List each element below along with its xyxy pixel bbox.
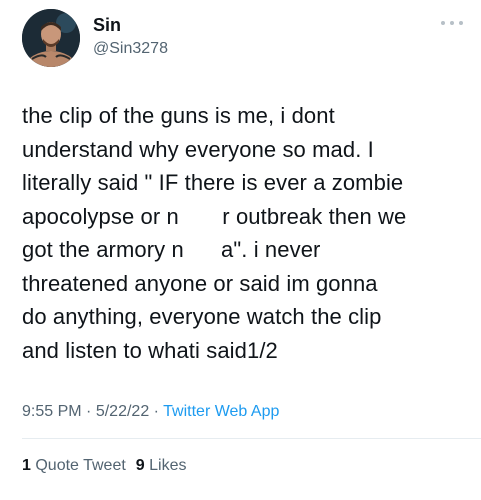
tweet-text-line: got the armory n a". i never bbox=[22, 237, 321, 262]
quote-label: Quote Tweet bbox=[35, 457, 126, 474]
meta-separator: · bbox=[153, 403, 159, 420]
tweet-time[interactable]: 9:55 PM bbox=[22, 403, 82, 420]
divider bbox=[22, 438, 481, 439]
tweet-source-link[interactable]: Twitter Web App bbox=[163, 403, 279, 420]
tweet-text-line: threatened anyone or said im gonna bbox=[22, 270, 378, 296]
avatar[interactable] bbox=[22, 9, 80, 67]
likes-stat[interactable]: 9 Likes bbox=[136, 457, 187, 474]
tweet-date[interactable]: 5/22/22 bbox=[96, 403, 149, 420]
tweet-stats: 1 Quote Tweet 9 Likes bbox=[22, 456, 187, 476]
tweet-text-line: understand why everyone so mad. I bbox=[22, 136, 374, 162]
dot bbox=[459, 21, 463, 25]
dot bbox=[450, 21, 454, 25]
meta-separator: · bbox=[86, 403, 92, 420]
tweet-text-line: do anything, everyone watch the clip bbox=[22, 304, 382, 329]
like-label: Likes bbox=[149, 457, 187, 474]
tweet-card: Sin @Sin3278 the clip of the guns is me,… bbox=[0, 0, 481, 500]
quote-count: 1 bbox=[22, 457, 31, 474]
tweet-text-line: literally said " IF there is ever a zomb… bbox=[22, 170, 404, 195]
tweet-text-line: apocolypse or n r outbreak then we bbox=[22, 203, 407, 229]
tweet-text-line: and listen to whati said1/2 bbox=[22, 337, 278, 363]
tweet-text: the clip of the guns is me, i dont under… bbox=[22, 99, 462, 367]
dot bbox=[441, 21, 445, 25]
quote-tweets-stat[interactable]: 1 Quote Tweet bbox=[22, 457, 126, 474]
tweet-meta: 9:55 PM · 5/22/22 · Twitter Web App bbox=[22, 402, 279, 422]
user-handle[interactable]: @Sin3278 bbox=[93, 39, 168, 59]
tweet-text-line: the clip of the guns is me, i dont bbox=[22, 103, 335, 128]
profile-photo-icon bbox=[22, 9, 80, 67]
more-options-icon[interactable] bbox=[441, 18, 463, 28]
display-name[interactable]: Sin bbox=[93, 14, 121, 36]
like-count: 9 bbox=[135, 457, 145, 474]
